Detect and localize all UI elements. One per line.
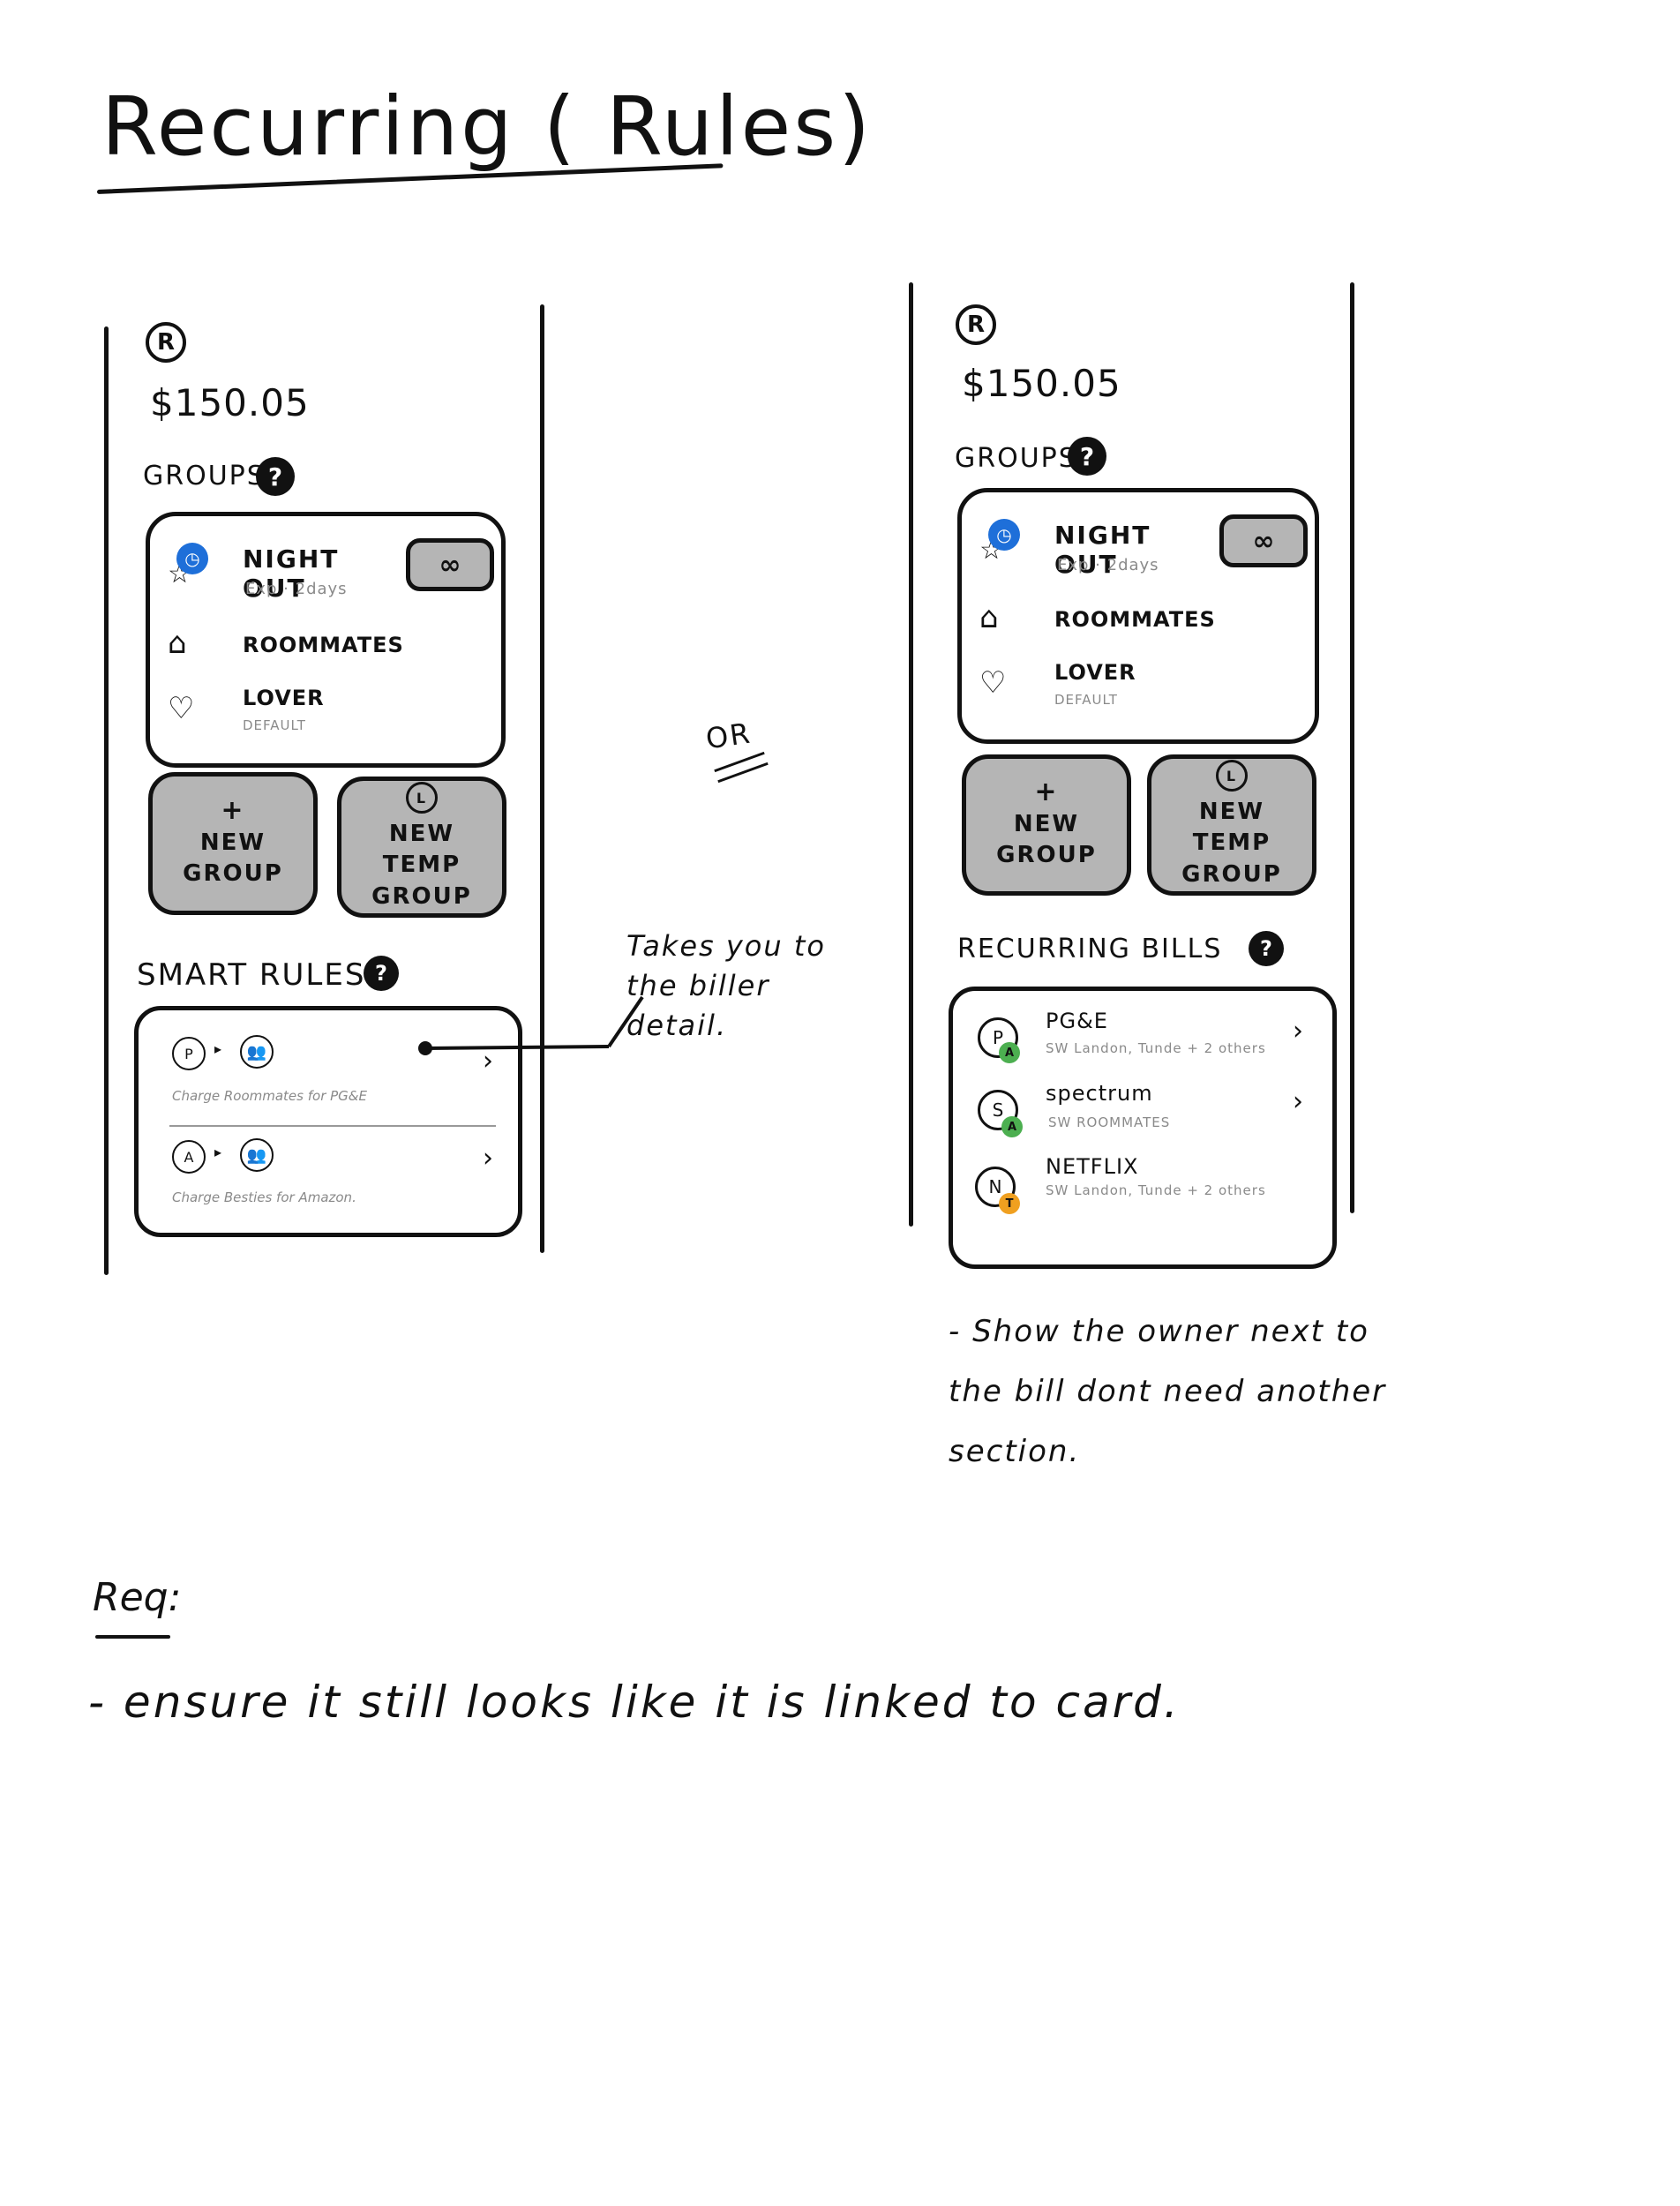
left-phone-right-edge <box>540 304 544 1253</box>
app-logo-icon: R <box>146 322 186 363</box>
groups-label: GROUPS <box>143 461 266 491</box>
groups-label: GROUPS <box>955 443 1077 474</box>
left-phone-left-edge <box>104 326 109 1275</box>
bill-name: PG&E <box>1046 1009 1108 1033</box>
groups-card: ☆ ◷ NIGHT OUT Exp · 2days ∞ ⌂ ROOMMATES … <box>146 512 506 768</box>
bill-owner-info: SW Landon, Tunde + 2 others <box>1046 1040 1266 1056</box>
bill-row-netflix[interactable]: N T NETFLIX SW Landon, Tunde + 2 others <box>953 1154 1332 1225</box>
infinity-toggle[interactable]: ∞ <box>406 538 494 591</box>
rule-divider <box>169 1125 496 1127</box>
bill-name: spectrum <box>1046 1081 1153 1106</box>
page-title: Recurring ( Rules) <box>101 79 874 174</box>
groups-help-icon[interactable]: ? <box>256 457 295 496</box>
groups-help-icon[interactable]: ? <box>1068 437 1106 476</box>
group-name: ROOMMATES <box>1054 607 1216 632</box>
heart-icon: ♡ <box>168 691 195 726</box>
bill-owner-info: SW Landon, Tunde + 2 others <box>1046 1182 1266 1198</box>
clock-icon: L <box>1216 760 1248 792</box>
owner-note: - Show the owner next to the bill dont n… <box>949 1314 1387 1469</box>
new-temp-group-button[interactable]: L NEW TEMP GROUP <box>337 777 506 918</box>
group-row-night-out[interactable]: ☆ ◷ NIGHT OUT Exp · 2days <box>168 543 397 613</box>
rule-row[interactable]: A ▸ 👥 Charge Besties for Amazon. › <box>139 1129 518 1235</box>
new-group-button[interactable]: + NEW GROUP <box>962 754 1131 896</box>
smart-rules-help-icon[interactable]: ? <box>364 956 399 991</box>
recurring-bills-card: P A PG&E SW Landon, Tunde + 2 others › S… <box>949 987 1337 1269</box>
clock-icon: ◷ <box>176 543 208 574</box>
group-name: LOVER <box>1054 660 1136 685</box>
chevron-right-icon: › <box>483 1143 493 1174</box>
right-phone-right-edge <box>1350 282 1354 1213</box>
home-icon: ⌂ <box>168 626 187 661</box>
group-name: ROOMMATES <box>243 633 404 657</box>
chevron-right-icon: › <box>1293 1086 1303 1117</box>
or-underline <box>714 751 765 773</box>
group-expiry: Exp · 2days <box>245 580 348 598</box>
group-expiry: Exp · 2days <box>1057 556 1159 574</box>
new-temp-group-button[interactable]: L NEW TEMP GROUP <box>1147 754 1316 896</box>
balance-amount: $150.05 <box>150 381 310 424</box>
group-default-label: DEFAULT <box>1054 692 1118 708</box>
req-label: Req: <box>93 1575 182 1620</box>
plus-icon: + <box>221 794 245 826</box>
bill-row-spectrum[interactable]: S A spectrum SW ROOMMATES › <box>953 1079 1332 1150</box>
right-phone-left-edge <box>909 282 913 1227</box>
infinity-toggle[interactable]: ∞ <box>1219 514 1308 567</box>
rule-source-avatar: P <box>172 1037 206 1070</box>
req-text: - ensure it still looks like it is linke… <box>88 1677 1181 1728</box>
owner-badge: A <box>1001 1116 1023 1137</box>
group-row-roommates[interactable]: ⌂ ROOMMATES <box>168 624 468 668</box>
req-underline <box>95 1635 170 1639</box>
group-row-lover[interactable]: ♡ LOVER DEFAULT <box>979 658 1279 720</box>
group-name: LOVER <box>243 686 325 710</box>
chevron-right-icon: › <box>1293 1016 1303 1047</box>
arrow-icon: ▸ <box>214 1040 222 1057</box>
clock-icon: L <box>406 782 438 814</box>
app-logo-icon: R <box>956 304 996 345</box>
group-row-night-out[interactable]: ☆ ◷ NIGHT OUT Exp · 2days <box>979 519 1209 589</box>
group-default-label: DEFAULT <box>243 717 306 733</box>
heart-icon: ♡ <box>979 665 1007 701</box>
clock-icon: ◷ <box>988 519 1020 551</box>
groups-card: ☆ ◷ NIGHT OUT Exp · 2days ∞ ⌂ ROOMMATES … <box>957 488 1319 744</box>
group-row-lover[interactable]: ♡ LOVER DEFAULT <box>168 684 468 746</box>
bill-name: NETFLIX <box>1046 1154 1139 1179</box>
plus-icon: + <box>1034 776 1059 807</box>
recurring-bills-label: RECURRING BILLS <box>957 934 1223 964</box>
home-icon: ⌂ <box>979 600 999 635</box>
rule-description: Charge Besties for Amazon. <box>172 1189 356 1205</box>
owner-badge: T <box>999 1193 1020 1214</box>
group-row-roommates[interactable]: ⌂ ROOMMATES <box>979 598 1279 642</box>
rule-description: Charge Roommates for PG&E <box>172 1088 367 1104</box>
smart-rules-label: SMART RULES <box>137 957 366 993</box>
group-people-icon: 👥 <box>240 1138 274 1172</box>
bill-owner-info: SW ROOMMATES <box>1048 1114 1171 1130</box>
arrow-icon: ▸ <box>214 1144 222 1160</box>
owner-badge: A <box>999 1042 1020 1063</box>
biller-annotation: Takes you to the biller detail. <box>626 929 826 1042</box>
rule-source-avatar: A <box>172 1140 206 1174</box>
bill-row-pge[interactable]: P A PG&E SW Landon, Tunde + 2 others › <box>953 1009 1332 1079</box>
or-label: OR <box>703 716 754 756</box>
group-people-icon: 👥 <box>240 1035 274 1069</box>
balance-amount: $150.05 <box>962 362 1121 405</box>
recurring-help-icon[interactable]: ? <box>1249 931 1284 966</box>
new-group-button[interactable]: + NEW GROUP <box>148 772 318 915</box>
